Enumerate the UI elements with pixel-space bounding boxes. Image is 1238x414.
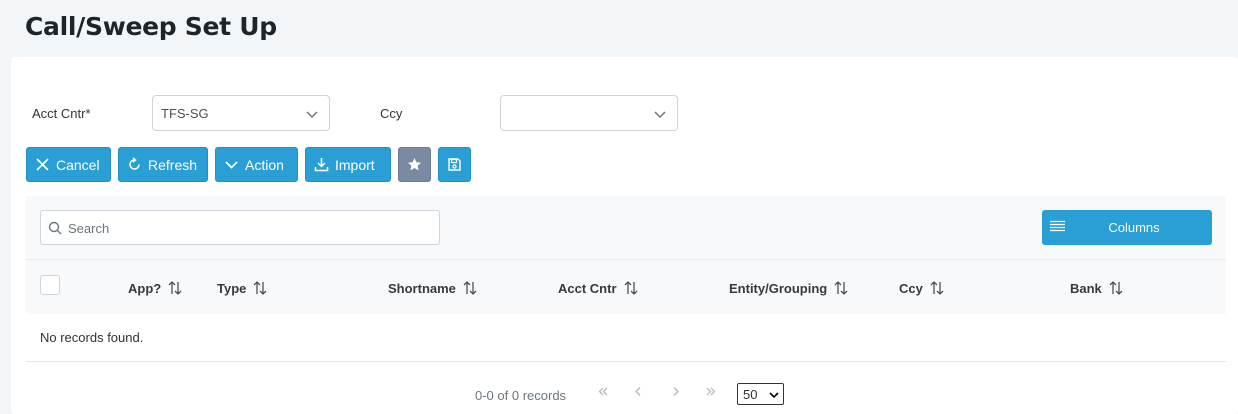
save-icon bbox=[448, 158, 461, 171]
sort-icon bbox=[463, 281, 477, 295]
action-button[interactable]: Action bbox=[215, 147, 298, 182]
empty-message: No records found. bbox=[40, 330, 144, 345]
search-icon bbox=[48, 221, 62, 235]
search-box[interactable] bbox=[40, 210, 440, 245]
column-header-shortname[interactable]: Shortname bbox=[388, 280, 478, 296]
column-header-label: Bank bbox=[1070, 280, 1102, 296]
pagination-info: 0-0 of 0 records bbox=[475, 388, 567, 403]
action-label: Action bbox=[245, 156, 284, 173]
ccy-dropdown[interactable] bbox=[500, 95, 678, 131]
column-header-label: App? bbox=[128, 280, 162, 296]
column-header-entity-grouping[interactable]: Entity/Grouping bbox=[729, 280, 849, 296]
double-chevron-right-icon bbox=[706, 387, 716, 396]
chevron-down-icon bbox=[225, 161, 238, 169]
first-page-button[interactable] bbox=[595, 384, 611, 400]
column-header-bank[interactable]: Bank bbox=[1070, 280, 1124, 296]
import-label: Import bbox=[335, 156, 375, 173]
close-icon bbox=[36, 158, 49, 171]
download-icon bbox=[314, 158, 329, 172]
column-header-type[interactable]: Type bbox=[217, 280, 268, 296]
columns-button[interactable]: Columns bbox=[1042, 210, 1212, 245]
acct-cntr-label: Acct Cntr* bbox=[32, 106, 91, 121]
columns-label: Columns bbox=[1108, 220, 1160, 235]
chevron-left-icon bbox=[635, 387, 641, 396]
sort-icon bbox=[624, 281, 637, 295]
chevron-down-icon bbox=[654, 111, 666, 119]
acct-cntr-value: TFS-SG bbox=[161, 106, 209, 121]
next-page-button[interactable] bbox=[668, 384, 684, 400]
sort-icon bbox=[1109, 281, 1123, 295]
ccy-label: Ccy bbox=[380, 106, 403, 121]
column-header-acct-cntr[interactable]: Acct Cntr bbox=[558, 280, 639, 296]
prev-page-button[interactable] bbox=[630, 384, 646, 400]
select-all-checkbox[interactable] bbox=[40, 275, 60, 295]
refresh-button[interactable]: Refresh bbox=[118, 147, 208, 182]
column-header-label: Entity/Grouping bbox=[729, 280, 828, 296]
sort-icon bbox=[930, 281, 944, 295]
cancel-label: Cancel bbox=[56, 156, 100, 173]
column-header-label: Type bbox=[217, 280, 247, 296]
page-title: Call/Sweep Set Up bbox=[25, 12, 277, 41]
refresh-label: Refresh bbox=[148, 156, 198, 173]
chevron-down-icon bbox=[769, 392, 779, 399]
refresh-icon bbox=[129, 157, 140, 170]
double-chevron-left-icon bbox=[598, 387, 608, 396]
last-page-button[interactable] bbox=[703, 384, 719, 400]
import-button[interactable]: Import bbox=[305, 147, 391, 182]
sort-icon bbox=[253, 281, 267, 295]
acct-cntr-dropdown[interactable]: TFS-SG bbox=[152, 95, 330, 131]
star-icon bbox=[408, 158, 421, 171]
search-input[interactable] bbox=[68, 218, 428, 238]
column-header-ccy[interactable]: Ccy bbox=[899, 280, 945, 296]
chevron-right-icon bbox=[673, 387, 679, 396]
column-header-label: Shortname bbox=[388, 280, 456, 296]
column-header-app[interactable]: App? bbox=[128, 280, 183, 296]
rows-per-page-value: 50 bbox=[743, 387, 758, 402]
divider bbox=[26, 361, 1226, 362]
column-header-label: Acct Cntr bbox=[558, 280, 617, 296]
column-header-label: Ccy bbox=[899, 280, 923, 296]
sort-icon bbox=[168, 281, 182, 295]
sort-icon bbox=[834, 281, 848, 295]
cancel-button[interactable]: Cancel bbox=[26, 147, 111, 182]
favorite-button[interactable] bbox=[398, 147, 431, 182]
save-button[interactable] bbox=[438, 147, 471, 182]
rows-per-page-select[interactable]: 50 bbox=[737, 383, 784, 405]
chevron-down-icon bbox=[306, 111, 318, 119]
